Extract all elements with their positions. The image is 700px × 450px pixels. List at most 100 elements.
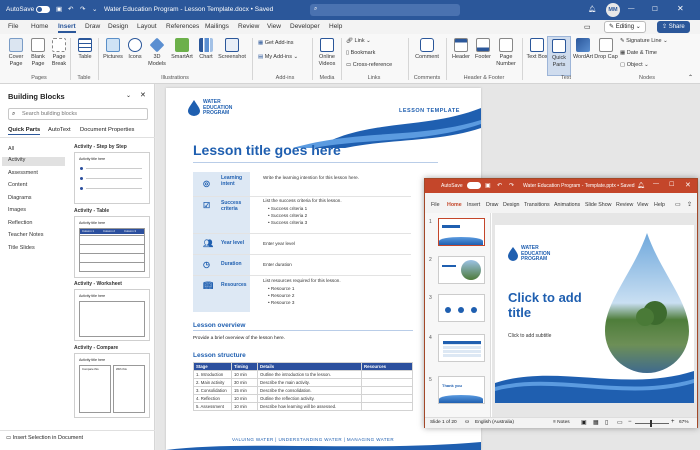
editing-button[interactable]: ✎ Editing ⌄ [604, 21, 646, 33]
footer-button[interactable]: Footer [471, 38, 495, 61]
search-building-blocks-field[interactable]: ⌕ [8, 108, 148, 120]
table-cell[interactable]: 10 min [231, 370, 258, 379]
page-number-button[interactable]: Page Number [493, 38, 519, 67]
3d-models-button[interactable]: 3D Models [145, 37, 169, 67]
table-cell[interactable]: Outline the reflection activity. [257, 394, 362, 403]
ppt-maximize-icon[interactable]: ☐ [669, 181, 674, 188]
text-box-button[interactable]: Text Box [525, 38, 549, 61]
signature-line-item[interactable]: ✎ Signature Line ⌄ [620, 38, 668, 44]
ppt-bell-icon[interactable]: 🔔︎ [637, 182, 645, 189]
get-addins-item[interactable]: ▦ Get Add-ins [258, 40, 293, 46]
drop-cap-button[interactable]: Drop Cap [594, 38, 618, 61]
insert-selection-action[interactable]: ▭ Insert Selection in Document [6, 435, 83, 441]
ppt-minimize-icon[interactable]: — [653, 181, 659, 187]
category-reflection[interactable]: Reflection [8, 220, 32, 226]
bell-icon[interactable]: 🔔︎ [588, 5, 596, 13]
pane-options-icon[interactable]: ⌄ [126, 92, 131, 99]
ppt-autosave-toggle[interactable] [467, 182, 481, 189]
slide-thumbnail[interactable]: Thank you [438, 376, 485, 404]
table-cell[interactable]: 10 min [231, 402, 258, 411]
category-diagrams[interactable]: Diagrams [8, 195, 32, 201]
zoom-out-icon[interactable]: − [628, 419, 632, 425]
category-assessment[interactable]: Assessment [8, 170, 38, 176]
tab-insert[interactable]: Insert [58, 23, 76, 33]
gallery-item-worksheet[interactable]: Activity title here [74, 289, 150, 341]
ppt-tab-slide-show[interactable]: Slide Show [585, 202, 612, 208]
bookmark-item[interactable]: ▯ Bookmark [346, 50, 375, 56]
ppt-save-icon[interactable]: ▣ [485, 182, 491, 189]
comments-icon[interactable]: ▭ [584, 23, 591, 31]
ppt-tab-help[interactable]: Help [654, 202, 665, 208]
tab-review[interactable]: Review [238, 23, 259, 30]
zoom-in-icon[interactable]: + [671, 419, 675, 425]
tab-mailings[interactable]: Mailings [205, 23, 229, 30]
normal-view-icon[interactable]: ▣ [581, 419, 587, 426]
table-cell[interactable]: Outline the introduction to the lesson. [257, 370, 362, 379]
zoom-slider-thumb[interactable] [650, 420, 652, 427]
ppt-tab-insert[interactable]: Insert [467, 202, 480, 208]
redo-icon[interactable]: ↷ [80, 5, 85, 13]
table-cell[interactable] [361, 402, 413, 411]
ppt-redo-icon[interactable]: ↷ [509, 182, 514, 189]
slide-title-placeholder[interactable]: Click to add title [508, 290, 582, 320]
tab-design[interactable]: Design [108, 23, 128, 30]
pane-close-icon[interactable]: ✕ [140, 91, 146, 99]
tab-layout[interactable]: Layout [137, 23, 157, 30]
ppt-comments-icon[interactable]: ▭ [675, 201, 681, 208]
search-box[interactable]: ⌕ [310, 4, 460, 16]
header-button[interactable]: Header [449, 38, 473, 61]
undo-icon[interactable]: ↶ [68, 5, 73, 13]
minimize-icon[interactable]: — [628, 5, 635, 12]
online-videos-button[interactable]: Online Videos [315, 38, 339, 67]
save-icon[interactable]: ▣ [56, 5, 62, 13]
my-addins-item[interactable]: ▤ My Add-ins ⌄ [258, 54, 298, 60]
ppt-tab-view[interactable]: View [637, 202, 648, 208]
close-icon[interactable]: ✕ [677, 4, 684, 13]
cover-page-button[interactable]: Cover Page [4, 38, 28, 67]
table-cell[interactable]: 15 min [231, 386, 258, 395]
tab-file[interactable]: File [8, 23, 18, 30]
avatar[interactable]: MM [606, 3, 620, 17]
autosave-toggle[interactable] [36, 6, 50, 13]
table-cell[interactable] [361, 370, 413, 379]
category-activity[interactable]: Activity [2, 157, 65, 166]
tab-draw[interactable]: Draw [85, 23, 100, 30]
ppt-close-icon[interactable]: ✕ [685, 181, 691, 189]
slide-thumbnail[interactable] [438, 218, 485, 246]
quick-parts-button[interactable]: Quick Parts [547, 36, 571, 76]
tab-autotext[interactable]: AutoText [48, 127, 71, 133]
slide-subtitle-placeholder[interactable]: Click to add subtitle [508, 333, 551, 339]
icons-button[interactable]: Icons [123, 38, 147, 61]
pictures-button[interactable]: Pictures [101, 38, 125, 61]
page-break-button[interactable]: Page Break [47, 38, 71, 67]
smartart-button[interactable]: SmartArt [170, 38, 194, 61]
ppt-tab-file[interactable]: File [431, 202, 440, 208]
table-cell[interactable]: Describe how learning will be assessed. [257, 402, 362, 411]
ppt-tab-draw[interactable]: Draw [486, 202, 498, 208]
search-building-blocks-input[interactable] [22, 110, 142, 118]
ppt-tab-transitions[interactable]: Transitions [524, 202, 550, 208]
tab-quick-parts[interactable]: Quick Parts [8, 127, 41, 135]
share-button[interactable]: ⇪ Share [657, 21, 690, 33]
wordart-button[interactable]: WordArt [571, 38, 595, 61]
slide-sorter-icon[interactable]: ▦ [593, 419, 599, 426]
gallery-item-table[interactable]: Activity title here Column 1 Column 2 Co… [74, 216, 150, 278]
accessibility-icon[interactable]: ⛀ [465, 420, 469, 425]
table-cell[interactable] [361, 378, 413, 387]
object-item[interactable]: ▢ Object ⌄ [620, 62, 649, 68]
ppt-tab-home[interactable]: Home [447, 202, 462, 208]
table-cell[interactable] [361, 386, 413, 395]
comment-button[interactable]: Comment [412, 38, 442, 61]
slideshow-icon[interactable]: ▭ [617, 419, 623, 426]
ppt-tab-review[interactable]: Review [616, 202, 633, 208]
qat-more-icon[interactable]: ⌄ [92, 5, 97, 13]
link-item[interactable]: 🔗︎ Link ⌄ [346, 38, 371, 44]
language-label[interactable]: English (Australia) [475, 420, 514, 425]
tab-home[interactable]: Home [31, 23, 48, 30]
category-all[interactable]: All [8, 146, 14, 152]
tab-document-properties[interactable]: Document Properties [80, 127, 134, 133]
tab-references[interactable]: References [166, 23, 199, 30]
table-cell[interactable]: 30 min [231, 378, 258, 387]
table-button[interactable]: Table [73, 38, 97, 61]
maximize-icon[interactable]: ☐ [652, 5, 658, 13]
